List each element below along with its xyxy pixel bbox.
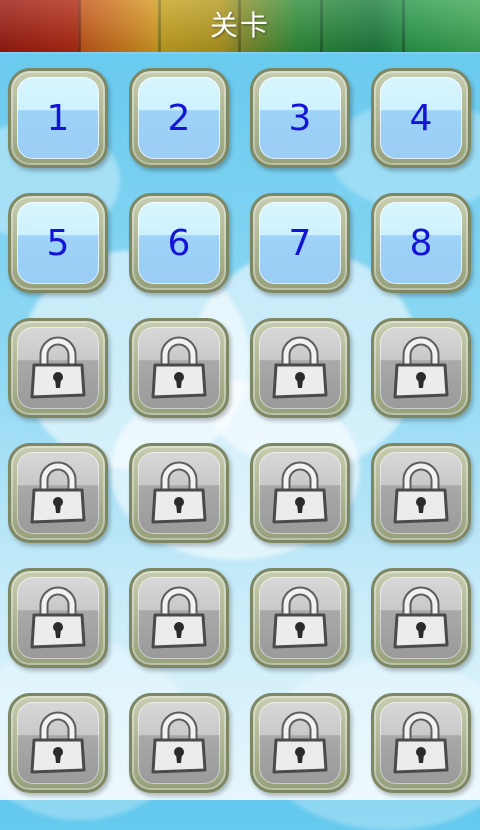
tile-face (17, 702, 99, 784)
level-tile-locked[interactable] (8, 568, 108, 668)
level-tile-locked[interactable] (129, 693, 229, 793)
tile-face: 3 (259, 77, 341, 159)
tile-face: 7 (259, 202, 341, 284)
level-tile-4[interactable]: 4 (371, 68, 471, 168)
level-number: 6 (167, 222, 191, 264)
tile-face (17, 327, 99, 409)
tile-face: 2 (138, 77, 220, 159)
level-number: 4 (409, 97, 433, 139)
padlock-icon (268, 460, 332, 526)
level-number: 1 (46, 97, 70, 139)
tile-face (380, 577, 462, 659)
padlock-icon (268, 710, 332, 776)
level-tile-8[interactable]: 8 (371, 193, 471, 293)
tile-face: 1 (17, 77, 99, 159)
level-number: 2 (167, 97, 191, 139)
level-grid: 1 2 3 4 5 6 7 8 (8, 68, 478, 793)
tile-face (138, 702, 220, 784)
tile-face (17, 577, 99, 659)
level-tile-6[interactable]: 6 (129, 193, 229, 293)
level-tile-locked[interactable] (250, 568, 350, 668)
tile-face (259, 327, 341, 409)
padlock-icon (26, 335, 90, 401)
tile-face (259, 452, 341, 534)
level-number: 8 (409, 222, 433, 264)
padlock-icon (268, 335, 332, 401)
tile-face: 6 (138, 202, 220, 284)
padlock-icon (147, 585, 211, 651)
page-title: 关卡 (209, 9, 270, 42)
level-tile-locked[interactable] (8, 693, 108, 793)
level-tile-locked[interactable] (250, 318, 350, 418)
level-tile-2[interactable]: 2 (129, 68, 229, 168)
level-tile-locked[interactable] (371, 693, 471, 793)
tile-face (138, 327, 220, 409)
level-tile-locked[interactable] (129, 318, 229, 418)
padlock-icon (389, 460, 453, 526)
level-number: 7 (288, 222, 312, 264)
level-tile-1[interactable]: 1 (8, 68, 108, 168)
tile-face (380, 327, 462, 409)
level-tile-locked[interactable] (129, 568, 229, 668)
tile-face: 8 (380, 202, 462, 284)
level-tile-3[interactable]: 3 (250, 68, 350, 168)
tile-face (380, 452, 462, 534)
level-tile-locked[interactable] (250, 443, 350, 543)
padlock-icon (268, 585, 332, 651)
level-number: 5 (46, 222, 70, 264)
padlock-icon (26, 710, 90, 776)
padlock-icon (389, 335, 453, 401)
padlock-icon (26, 460, 90, 526)
padlock-icon (147, 460, 211, 526)
tile-face: 5 (17, 202, 99, 284)
tile-face: 4 (380, 77, 462, 159)
padlock-icon (26, 585, 90, 651)
padlock-icon (147, 710, 211, 776)
padlock-icon (147, 335, 211, 401)
level-tile-locked[interactable] (129, 443, 229, 543)
title-bar: 关卡 (0, 0, 480, 54)
padlock-icon (389, 710, 453, 776)
tile-face (380, 702, 462, 784)
padlock-icon (389, 585, 453, 651)
level-tile-locked[interactable] (371, 318, 471, 418)
tile-face (138, 452, 220, 534)
level-tile-7[interactable]: 7 (250, 193, 350, 293)
level-tile-5[interactable]: 5 (8, 193, 108, 293)
level-tile-locked[interactable] (8, 318, 108, 418)
tile-face (138, 577, 220, 659)
tile-face (17, 452, 99, 534)
level-tile-locked[interactable] (371, 568, 471, 668)
level-tile-locked[interactable] (371, 443, 471, 543)
tile-face (259, 577, 341, 659)
tile-face (259, 702, 341, 784)
level-tile-locked[interactable] (250, 693, 350, 793)
level-number: 3 (288, 97, 312, 139)
level-tile-locked[interactable] (8, 443, 108, 543)
